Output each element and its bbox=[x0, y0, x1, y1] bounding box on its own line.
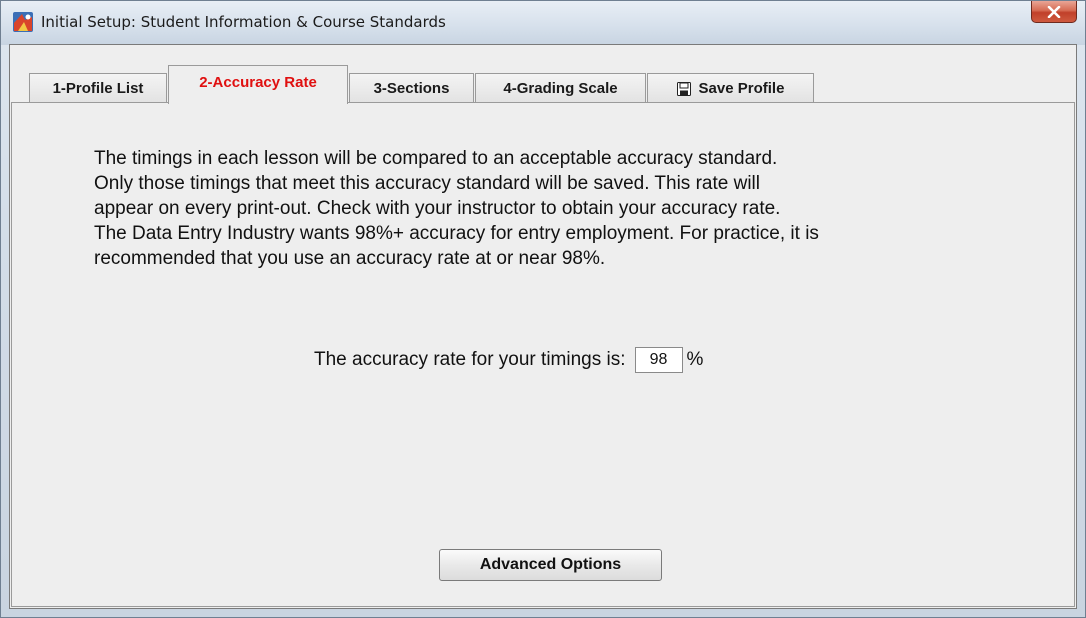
instruction-line: The timings in each lesson will be compa… bbox=[94, 148, 778, 169]
tab-label: 2-Accuracy Rate bbox=[199, 74, 317, 91]
instruction-line: recommended that you use an accuracy rat… bbox=[94, 248, 606, 269]
tab-save-profile[interactable]: Save Profile bbox=[647, 73, 814, 103]
tab-label: 4-Grading Scale bbox=[503, 80, 618, 97]
tab-label: Save Profile bbox=[698, 80, 785, 97]
tab-profile-list[interactable]: 1-Profile List bbox=[29, 73, 167, 103]
save-icon bbox=[676, 81, 691, 96]
tab-label: 3-Sections bbox=[373, 80, 450, 97]
window-title: Initial Setup: Student Information & Cou… bbox=[41, 13, 446, 31]
tab-accuracy-rate[interactable]: 2-Accuracy Rate bbox=[168, 65, 348, 104]
accuracy-rate-label: The accuracy rate for your timings is: bbox=[314, 349, 626, 370]
tab-label: 1-Profile List bbox=[52, 80, 144, 97]
instruction-line: The Data Entry Industry wants 98%+ accur… bbox=[94, 223, 819, 244]
close-button[interactable] bbox=[1031, 1, 1077, 23]
app-window: Initial Setup: Student Information & Cou… bbox=[0, 0, 1086, 618]
percent-sign: % bbox=[686, 349, 704, 370]
title-bar[interactable]: Initial Setup: Student Information & Cou… bbox=[1, 1, 1085, 45]
tab-sections[interactable]: 3-Sections bbox=[349, 73, 474, 103]
accuracy-rate-input[interactable] bbox=[634, 347, 683, 373]
close-icon bbox=[1047, 5, 1061, 18]
instruction-line: Only those timings that meet this accura… bbox=[94, 173, 760, 194]
advanced-options-button[interactable]: Advanced Options bbox=[439, 549, 662, 581]
tab-grading-scale[interactable]: 4-Grading Scale bbox=[475, 73, 646, 103]
instructions-paragraph: The timings in each lesson will be compa… bbox=[94, 146, 1034, 271]
accuracy-rate-row: The accuracy rate for your timings is: % bbox=[314, 346, 703, 374]
instruction-line: appear on every print-out. Check with yo… bbox=[94, 198, 781, 219]
app-icon bbox=[13, 12, 33, 32]
